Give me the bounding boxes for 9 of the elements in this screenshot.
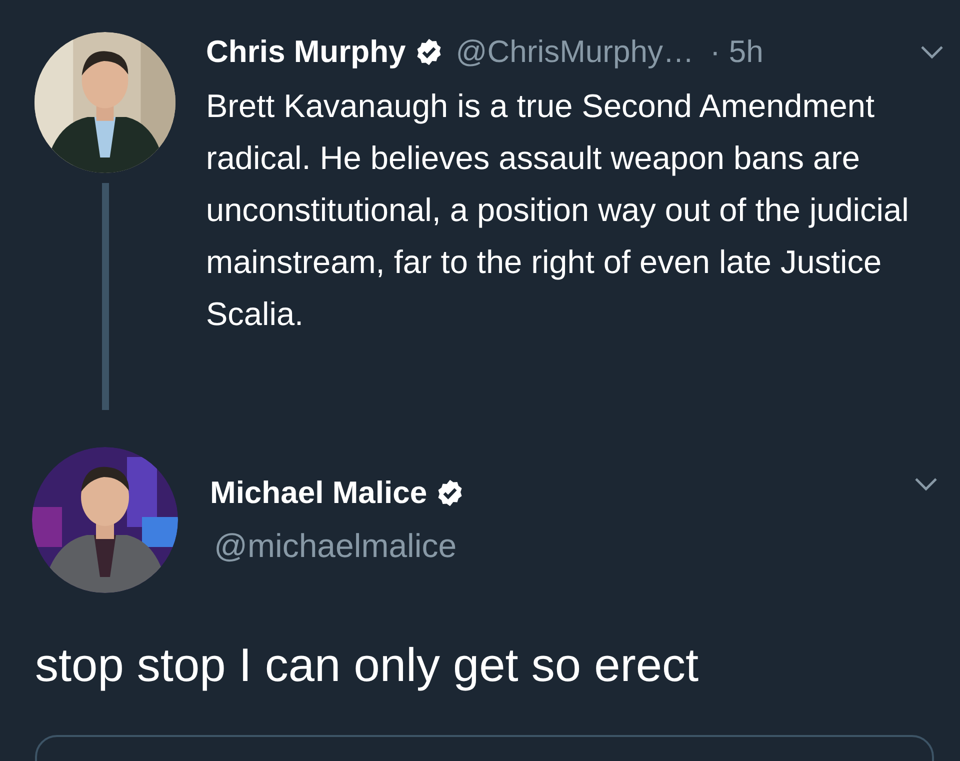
user-handle: @ChrisMurphy… xyxy=(456,34,694,70)
user-name: Michael Malice xyxy=(210,475,428,511)
user-name: Chris Murphy xyxy=(206,34,406,70)
chevron-down-icon[interactable] xyxy=(920,45,944,59)
tweet-time: · 5h xyxy=(710,34,764,70)
user-handle: @michaelmalice xyxy=(214,527,457,565)
chevron-down-icon[interactable] xyxy=(914,477,938,491)
tweet-text: stop stop I can only get so erect xyxy=(35,639,700,691)
tweet-text: Brett Kavanaugh is a true Second Amendment radical. He believes assault weapon bans are unconstitutional, a position way out of the judicial mainstream, far to the right of even late Justice Scalia. xyxy=(206,87,910,334)
